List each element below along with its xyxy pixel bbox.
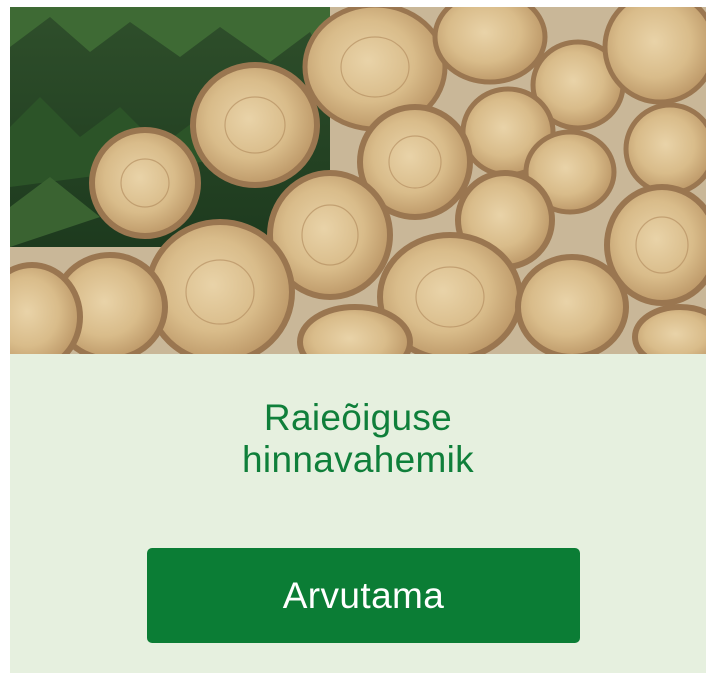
timber-rights-card: Raieõiguse hinnavahemik Arvutama bbox=[10, 7, 706, 673]
calculate-button[interactable]: Arvutama bbox=[147, 548, 580, 643]
log-pile-image bbox=[10, 7, 706, 354]
card-title-line-1: Raieõiguse bbox=[263, 397, 453, 438]
card-title-line-2: hinnavahemik bbox=[242, 439, 474, 480]
card-title: Raieõiguse hinnavahemik bbox=[10, 397, 706, 481]
